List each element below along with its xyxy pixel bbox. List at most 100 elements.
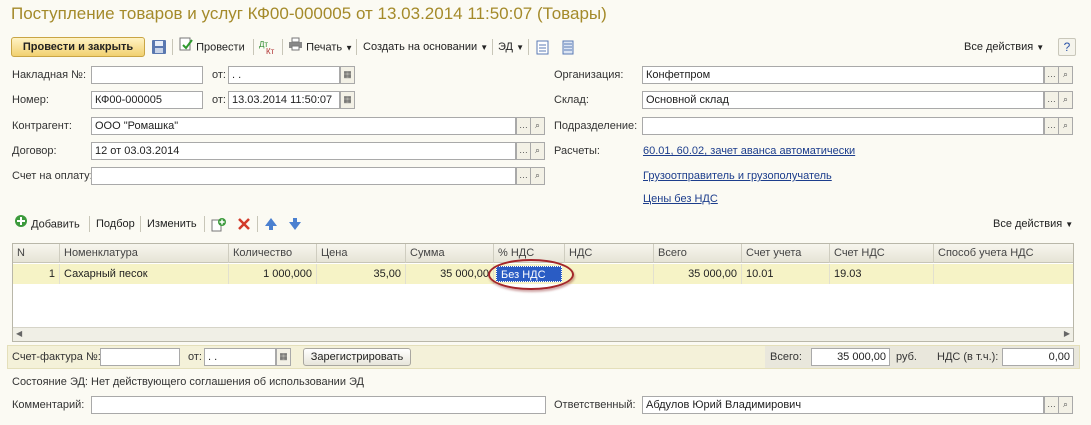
help-button[interactable]: ? (1058, 38, 1076, 56)
account-cell[interactable]: 10.01 (742, 264, 830, 284)
column-header[interactable]: Сумма (406, 244, 494, 263)
search-icon[interactable]: ⌕ (1058, 91, 1073, 109)
register-button[interactable]: Зарегистрировать (303, 348, 411, 366)
counterparty-field[interactable]: ООО "Ромашка" (91, 117, 516, 135)
from-label: от: (212, 94, 226, 106)
organization-label: Организация: (554, 69, 624, 81)
change-button[interactable]: Изменить (147, 214, 197, 234)
create-based-on-button[interactable]: Создать на основании ▼ (363, 37, 488, 57)
contract-field[interactable]: 12 от 03.03.2014 (91, 142, 516, 160)
division-field[interactable] (642, 117, 1044, 135)
calendar-icon[interactable]: ▦ (340, 91, 355, 109)
document-icon[interactable] (536, 40, 549, 58)
calendar-icon[interactable]: ▦ (340, 66, 355, 84)
chevron-down-icon: ▼ (516, 43, 524, 52)
calendar-icon[interactable]: ▦ (276, 348, 291, 366)
ed-button[interactable]: ЭД ▼ (498, 37, 524, 57)
search-icon[interactable]: ⌕ (530, 167, 545, 185)
search-icon[interactable]: ⌕ (1058, 66, 1073, 84)
total-field: 35 000,00 (811, 348, 890, 366)
invoice-date-field[interactable]: . . (204, 348, 276, 366)
select-ellipsis-button[interactable]: … (516, 167, 531, 185)
copy-add-icon[interactable] (211, 217, 227, 235)
column-header[interactable]: Всего (654, 244, 742, 263)
total-label: Всего: (770, 351, 802, 363)
invoice-date-field[interactable]: . . (228, 66, 340, 84)
warehouse-field[interactable]: Основной склад (642, 91, 1044, 109)
move-up-icon[interactable] (264, 217, 278, 234)
responsible-field[interactable]: Абдулов Юрий Владимирович (642, 396, 1044, 414)
vat-total-field: 0,00 (1002, 348, 1074, 366)
payment-account-label: Счет на оплату: (12, 170, 93, 182)
column-header[interactable]: Счет НДС (830, 244, 934, 263)
select-ellipsis-button[interactable]: … (1044, 396, 1059, 414)
warehouse-label: Склад: (554, 94, 589, 106)
vat-method-cell[interactable] (934, 264, 1073, 284)
all-actions-button[interactable]: Все действия ▼ (964, 37, 1044, 57)
post-and-close-button[interactable]: Провести и закрыть (11, 37, 145, 57)
column-header[interactable]: Количество (229, 244, 317, 263)
column-header[interactable]: N (13, 244, 60, 263)
number-field[interactable]: КФ00-000005 (91, 91, 203, 109)
sum-cell[interactable]: 35 000,00 (406, 264, 494, 284)
payment-account-field[interactable] (91, 167, 516, 185)
comment-field[interactable] (91, 396, 546, 414)
from-label: от: (212, 69, 226, 81)
move-down-icon[interactable] (288, 217, 302, 234)
scroll-left-icon[interactable]: ◀ (16, 329, 22, 338)
total-cell[interactable]: 35 000,00 (654, 264, 742, 284)
list-icon[interactable] (562, 40, 574, 58)
svg-text:Кт: Кт (266, 47, 275, 55)
post-button[interactable]: Провести (179, 37, 245, 57)
highlight-circle (488, 259, 574, 290)
column-header[interactable]: Цена (317, 244, 406, 263)
shipper-consignee-link[interactable]: Грузоотправитель и грузополучатель (643, 167, 832, 185)
goods-table: N Номенклатура Количество Цена Сумма % Н… (12, 243, 1074, 342)
organization-field[interactable]: Конфетпром (642, 66, 1044, 84)
dt-kt-icon[interactable]: Дт Кт (259, 39, 277, 58)
select-ellipsis-button[interactable]: … (1044, 66, 1059, 84)
chevron-down-icon: ▼ (1065, 220, 1074, 229)
invoice-field[interactable] (100, 348, 180, 366)
column-header[interactable]: Способ учета НДС (934, 244, 1073, 263)
printer-icon (288, 37, 303, 58)
date-field[interactable]: 13.03.2014 11:50:07 (228, 91, 340, 109)
select-ellipsis-button[interactable]: … (1044, 91, 1059, 109)
horizontal-scrollbar[interactable]: ◀ ▶ (13, 327, 1073, 341)
add-button[interactable]: Добавить (14, 214, 80, 234)
add-icon (14, 214, 28, 235)
prices-link[interactable]: Цены без НДС (643, 190, 718, 208)
invoice-label: Счет-фактура №: (12, 351, 101, 363)
row-number-cell[interactable]: 1 (13, 264, 60, 284)
vat-total-label: НДС (в т.ч.): (937, 351, 999, 363)
search-icon[interactable]: ⌕ (1058, 117, 1073, 135)
column-header[interactable]: Номенклатура (60, 244, 229, 263)
save-icon[interactable] (151, 39, 167, 58)
quantity-cell[interactable]: 1 000,000 (229, 264, 317, 284)
price-cell[interactable]: 35,00 (317, 264, 406, 284)
search-icon[interactable]: ⌕ (1058, 396, 1073, 414)
counterparty-label: Контрагент: (12, 120, 72, 132)
chevron-down-icon: ▼ (345, 43, 354, 53)
table-all-actions-button[interactable]: Все действия ▼ (993, 214, 1073, 234)
nomenclature-cell[interactable]: Сахарный песок (60, 264, 229, 284)
invoice-no-field[interactable] (91, 66, 203, 84)
select-ellipsis-button[interactable]: … (1044, 117, 1059, 135)
print-button[interactable]: Печать ▼ (288, 37, 353, 57)
vat-cell[interactable] (565, 264, 654, 284)
column-header[interactable]: НДС (565, 244, 654, 263)
search-icon[interactable]: ⌕ (530, 142, 545, 160)
delete-icon[interactable] (237, 217, 251, 234)
currency-label: руб. (896, 351, 917, 363)
vat-account-cell[interactable]: 19.03 (830, 264, 934, 284)
column-header[interactable]: Счет учета (742, 244, 830, 263)
settlements-link[interactable]: 60.01, 60.02, зачет аванса автоматически (643, 142, 855, 160)
scroll-right-icon[interactable]: ▶ (1064, 329, 1070, 338)
select-ellipsis-button[interactable]: … (516, 142, 531, 160)
search-icon[interactable]: ⌕ (530, 117, 545, 135)
from-label: от: (188, 351, 202, 363)
select-ellipsis-button[interactable]: … (516, 117, 531, 135)
select-button[interactable]: Подбор (96, 214, 135, 234)
chevron-down-icon: ▼ (480, 43, 489, 52)
chevron-down-icon: ▼ (1036, 43, 1045, 52)
